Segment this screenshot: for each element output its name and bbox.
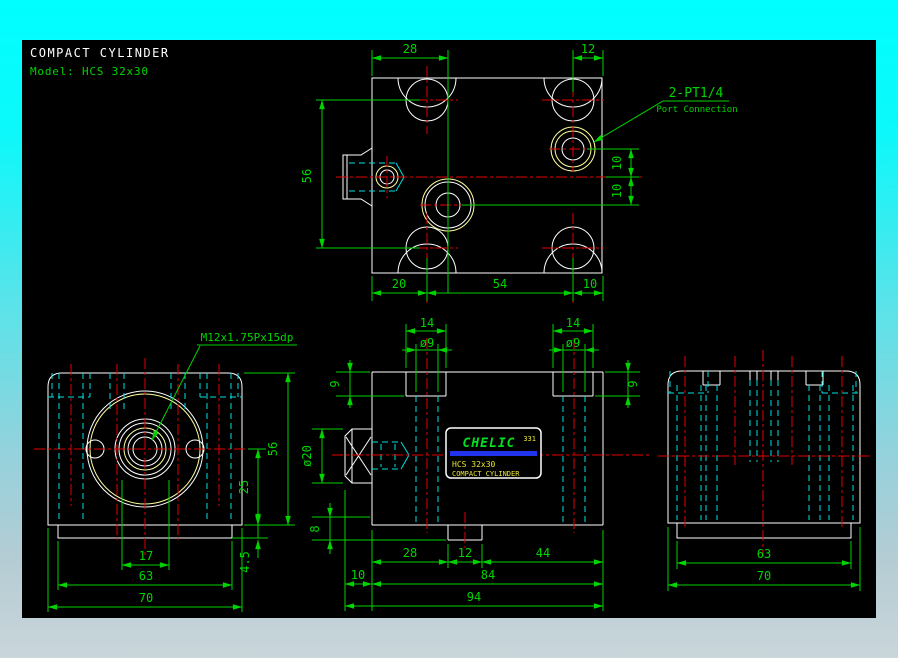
nameplate-brand: CHELIC	[463, 436, 516, 451]
dim-side-12: 12	[458, 546, 472, 560]
nameplate-model: HCS 32x30	[452, 460, 496, 469]
dim-top-10b: 10	[610, 184, 624, 198]
dim-rear-63: 63	[757, 547, 771, 561]
nameplate-stripe	[450, 451, 537, 456]
viewer-background: COMPACT CYLINDER Model: HCS 32x30 28 12 …	[0, 0, 898, 658]
dim-top-10a: 10	[610, 156, 624, 170]
dim-front-4-5: 4.5	[238, 551, 252, 573]
dim-top-10: 10	[583, 277, 597, 291]
dim-side-d20: ø20	[300, 445, 314, 467]
dim-side-84: 84	[481, 568, 495, 582]
dim-front-63: 63	[139, 569, 153, 583]
model-label: Model: HCS 32x30	[30, 65, 149, 78]
dim-side-10: 10	[351, 568, 365, 582]
nameplate-code: 331	[523, 435, 536, 443]
dim-top-28: 28	[403, 42, 417, 56]
dim-side-28: 28	[403, 546, 417, 560]
dim-front-17: 17	[139, 549, 153, 563]
dim-side-44: 44	[536, 546, 550, 560]
dim-top-20: 20	[392, 277, 406, 291]
dim-side-9-right: 9	[626, 380, 640, 387]
dim-side-14-right: 14	[566, 316, 580, 330]
dim-rear-70: 70	[757, 569, 771, 583]
nameplate-product: COMPACT CYLINDER	[452, 470, 520, 478]
dim-side-d9-left: ø9	[420, 336, 434, 350]
dim-side-d9-right: ø9	[566, 336, 580, 350]
cad-drawing: COMPACT CYLINDER Model: HCS 32x30 28 12 …	[22, 40, 876, 618]
port-callout-subtitle: Port Connection	[656, 105, 737, 115]
port-callout-title: 2-PT1/4	[669, 86, 724, 101]
dim-side-94: 94	[467, 590, 481, 604]
dim-side-9-left: 9	[328, 380, 342, 387]
thread-callout-label: M12x1.75Px15dp	[201, 331, 294, 344]
dim-front-25: 25	[237, 480, 251, 494]
nameplate: CHELIC 331 HCS 32x30 COMPACT CYLINDER	[445, 427, 542, 479]
dim-top-56: 56	[300, 169, 314, 183]
dim-side-14-left: 14	[420, 316, 434, 330]
dim-front-56: 56	[266, 442, 280, 456]
dim-side-8: 8	[308, 525, 322, 532]
dim-top-12: 12	[581, 42, 595, 56]
page-title: COMPACT CYLINDER	[30, 46, 170, 60]
dim-front-70: 70	[139, 591, 153, 605]
drawing-canvas[interactable]	[22, 40, 876, 618]
dim-top-54: 54	[493, 277, 507, 291]
